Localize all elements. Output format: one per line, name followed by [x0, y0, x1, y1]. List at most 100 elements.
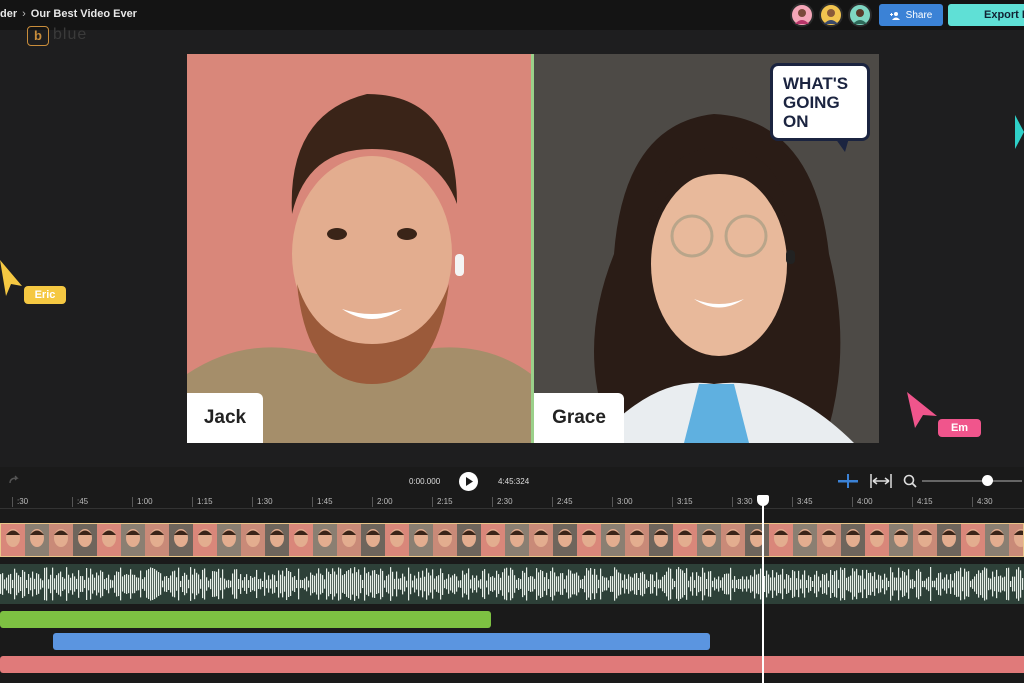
ruler-tick-label: 3:45	[792, 497, 813, 507]
speech-bubble-tail	[835, 138, 849, 152]
filmstrip-frame	[97, 524, 121, 556]
avatar[interactable]	[848, 3, 872, 27]
filmstrip-frame	[433, 524, 457, 556]
filmstrip-frame	[241, 524, 265, 556]
filmstrip-frame	[217, 524, 241, 556]
filmstrip-frame	[889, 524, 913, 556]
filmstrip-frame	[913, 524, 937, 556]
video-track-filmstrip[interactable]	[0, 523, 1024, 557]
name-tag-left[interactable]: Jack	[187, 393, 263, 443]
redo-icon[interactable]	[8, 475, 20, 485]
clip-green[interactable]	[0, 611, 491, 628]
add-person-icon	[889, 11, 900, 20]
ruler-tick-label: 1:45	[312, 497, 333, 507]
filmstrip-frame	[625, 524, 649, 556]
filmstrip-frame	[553, 524, 577, 556]
ruler-tick-label: 3:30	[732, 497, 753, 507]
breadcrumb-parent[interactable]: der	[0, 8, 17, 20]
filmstrip-frame	[577, 524, 601, 556]
bubble-line: WHAT'S	[783, 74, 849, 93]
filmstrip-frame	[1009, 524, 1023, 556]
filmstrip-frame	[313, 524, 337, 556]
user-avatar-icon	[795, 9, 809, 24]
cursor-arrow-icon	[0, 260, 22, 296]
ruler-tick-label: 1:15	[192, 497, 213, 507]
ruler-tick-label: 2:30	[492, 497, 513, 507]
filmstrip-frame	[529, 524, 553, 556]
zoom-slider-handle[interactable]	[982, 475, 993, 486]
zoom-slider-track[interactable]	[922, 480, 1022, 482]
play-button[interactable]	[459, 472, 478, 491]
video-canvas[interactable]: Jack Grace WHAT'S GOING ON	[187, 54, 879, 443]
filmstrip-frame	[673, 524, 697, 556]
cursor-arrow-icon	[907, 392, 937, 428]
ruler-tick-label: 2:00	[372, 497, 393, 507]
top-bar: der › Our Best Video Ever Share Export P	[0, 0, 1024, 30]
filmstrip-frame	[721, 524, 745, 556]
playhead-line[interactable]	[762, 500, 764, 683]
avatar[interactable]	[819, 3, 843, 27]
filmstrip-frame	[385, 524, 409, 556]
audio-track-waveform[interactable]	[0, 564, 1024, 604]
filmstrip-frame	[265, 524, 289, 556]
avatar[interactable]	[790, 3, 814, 27]
video-frame-left[interactable]	[187, 54, 531, 443]
cursor-label-eric: Eric	[24, 286, 66, 304]
breadcrumb-separator: ›	[22, 8, 26, 20]
filmstrip-frame	[169, 524, 193, 556]
next-arrow-icon[interactable]	[1015, 115, 1024, 149]
filmstrip-frame	[361, 524, 385, 556]
filmstrip-frame	[793, 524, 817, 556]
ruler-tick-label: 3:15	[672, 497, 693, 507]
filmstrip-frame	[769, 524, 793, 556]
filmstrip-frame	[481, 524, 505, 556]
bubble-line: GOING	[783, 93, 840, 112]
filmstrip-frame	[865, 524, 889, 556]
ruler-tick-label: 3:00	[612, 497, 633, 507]
filmstrip-frame	[697, 524, 721, 556]
filmstrip-frame	[457, 524, 481, 556]
share-button-label: Share	[905, 9, 933, 21]
filmstrip-frame	[745, 524, 769, 556]
share-button[interactable]: Share	[879, 4, 943, 26]
ruler-tick-label: :30	[12, 497, 28, 507]
clip-blue[interactable]	[53, 633, 710, 650]
ruler-tick-label: 1:00	[132, 497, 153, 507]
collaborator-avatars	[790, 3, 872, 27]
filmstrip-frame	[73, 524, 97, 556]
filmstrip-frame	[961, 524, 985, 556]
filmstrip-frame	[145, 524, 169, 556]
speech-bubble-sticker[interactable]: WHAT'S GOING ON	[770, 63, 870, 141]
filmstrip-frame	[985, 524, 1009, 556]
filmstrip-frame	[841, 524, 865, 556]
logo-mark: b	[27, 26, 49, 46]
filmstrip-frame	[337, 524, 361, 556]
filmstrip-frame	[409, 524, 433, 556]
zoom-icon[interactable]	[903, 474, 917, 488]
name-tag-right[interactable]: Grace	[534, 393, 624, 443]
person-illustration-left	[187, 94, 531, 443]
clip-red[interactable]	[0, 656, 1024, 673]
ruler-tick-label: 2:45	[552, 497, 573, 507]
current-time: 0:00.000	[409, 477, 441, 486]
export-button[interactable]: Export P	[948, 4, 1024, 26]
ruler-tick-label: 4:00	[852, 497, 873, 507]
split-clip-icon[interactable]	[838, 474, 858, 488]
ruler-tick-label: :45	[72, 497, 88, 507]
filmstrip-frame	[289, 524, 313, 556]
filmstrip-frame	[817, 524, 841, 556]
cursor-label-em: Em	[938, 419, 981, 437]
filmstrip-frame	[1, 524, 25, 556]
filmstrip-frame	[193, 524, 217, 556]
user-avatar-icon	[824, 9, 838, 24]
ruler-tick-label: 2:15	[432, 497, 453, 507]
filmstrip-frame	[649, 524, 673, 556]
project-title[interactable]: Our Best Video Ever	[31, 8, 137, 20]
total-duration: 4:45:324	[498, 477, 530, 486]
filmstrip-frame	[121, 524, 145, 556]
fit-timeline-icon[interactable]	[870, 474, 892, 488]
filmstrip-frame	[601, 524, 625, 556]
filmstrip-frame	[49, 524, 73, 556]
bubble-line: ON	[783, 112, 809, 131]
ruler-tick-label: 1:30	[252, 497, 273, 507]
